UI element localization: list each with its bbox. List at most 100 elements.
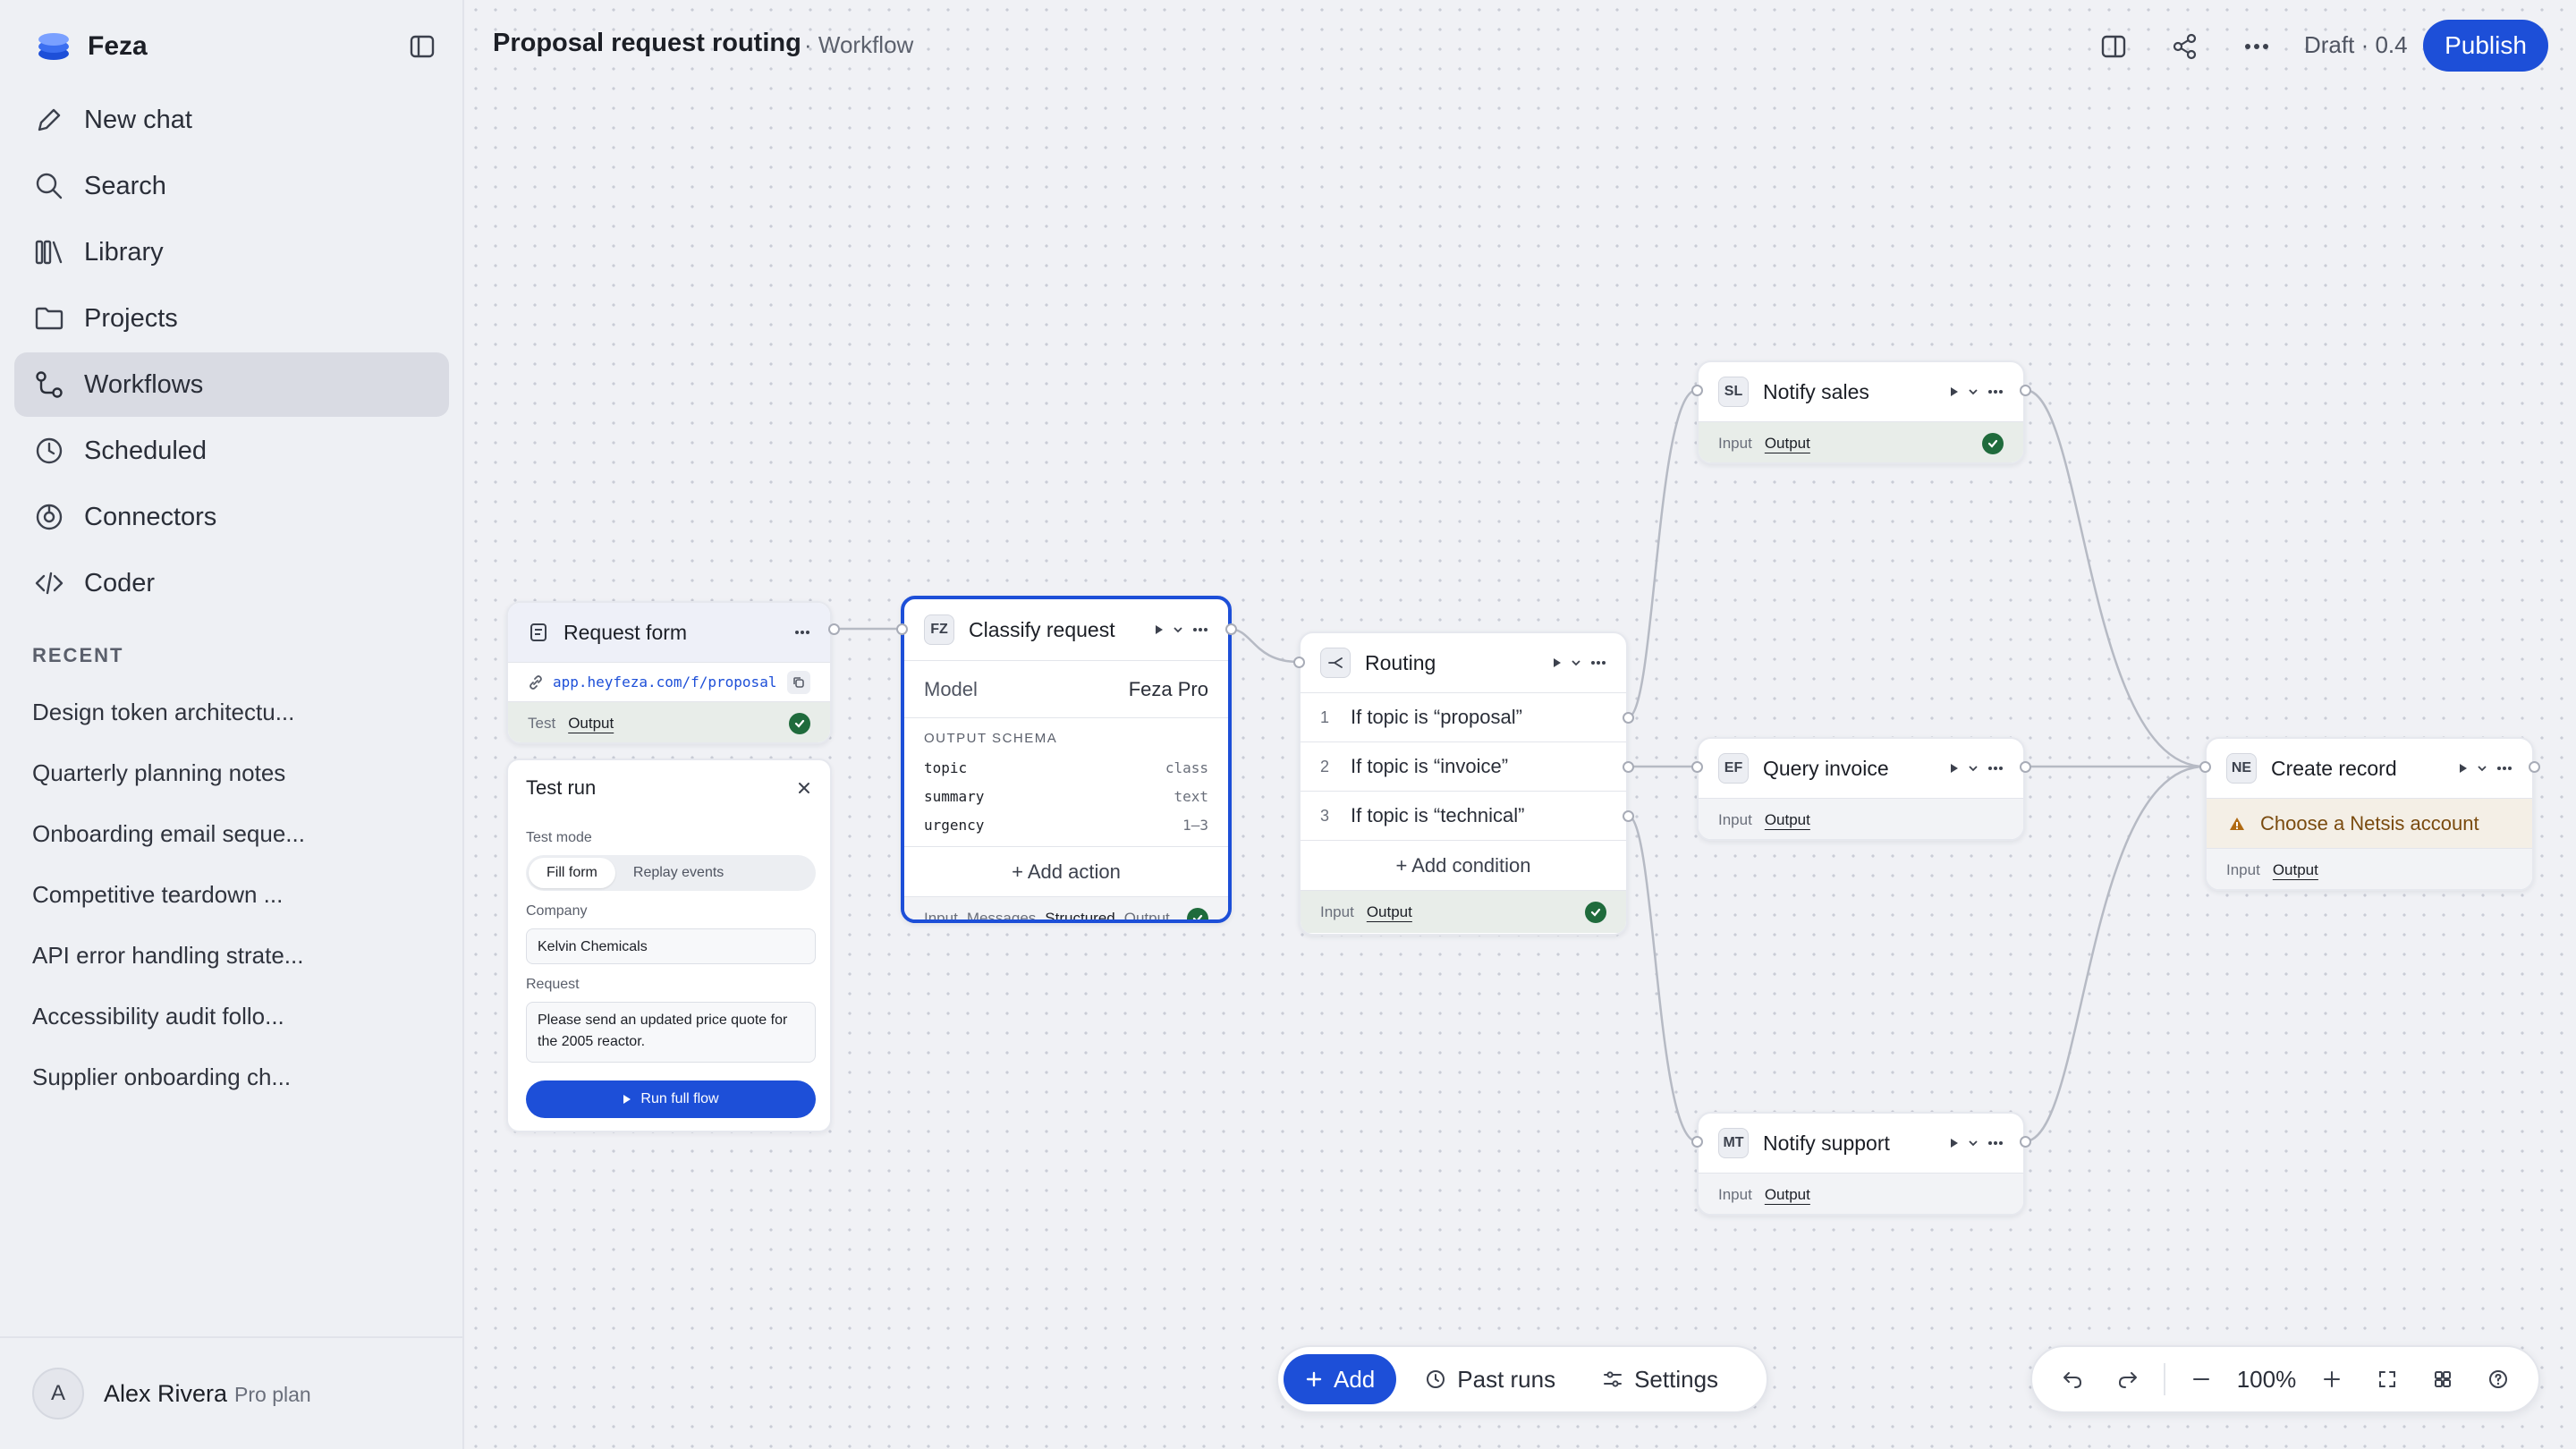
footer-tab-input[interactable]: Input xyxy=(1718,1186,1752,1204)
play-icon[interactable] xyxy=(1155,624,1164,635)
output-port[interactable] xyxy=(2020,385,2031,396)
more-icon[interactable] xyxy=(1987,389,2004,394)
past-runs-button[interactable]: Past runs xyxy=(1407,1354,1573,1404)
footer-tab-output[interactable]: Output xyxy=(2273,861,2318,879)
minimap-button[interactable] xyxy=(2423,1360,2462,1399)
footer-tab-output[interactable]: Output xyxy=(1367,903,1412,921)
recent-item[interactable]: Supplier onboarding ch... xyxy=(32,1046,444,1107)
more-icon[interactable] xyxy=(2496,766,2512,771)
play-icon[interactable] xyxy=(1950,386,1959,397)
output-port[interactable] xyxy=(1623,712,1634,724)
more-icon[interactable] xyxy=(1590,660,1606,665)
output-port[interactable] xyxy=(1225,623,1237,635)
node-classify-request[interactable]: FZ Classify request Model Feza Pro OUTPU… xyxy=(901,596,1232,923)
zoom-level[interactable]: 100% xyxy=(2237,1366,2297,1394)
mode-replay-events[interactable]: Replay events xyxy=(615,858,741,888)
nav-scheduled[interactable]: Scheduled xyxy=(14,419,449,483)
routing-condition[interactable]: 1 If topic is “proposal” xyxy=(1301,692,1626,741)
output-port[interactable] xyxy=(828,623,840,635)
footer-tab-output[interactable]: Output xyxy=(1124,910,1170,920)
recent-item[interactable]: Onboarding email seque... xyxy=(32,803,444,864)
output-port[interactable] xyxy=(2529,761,2540,773)
more-icon[interactable] xyxy=(1192,627,1208,632)
node-notify-support[interactable]: MT Notify support Input Output xyxy=(1697,1112,2025,1216)
nav-new-chat[interactable]: New chat xyxy=(14,88,449,152)
input-port[interactable] xyxy=(1293,657,1305,668)
nav-connectors[interactable]: Connectors xyxy=(14,485,449,549)
add-node-button[interactable]: Add xyxy=(1284,1354,1397,1404)
chevron-down-icon[interactable] xyxy=(1968,388,1979,395)
request-textarea[interactable]: Please send an updated price quote for t… xyxy=(526,1002,816,1063)
run-full-flow-button[interactable]: Run full flow xyxy=(526,1080,816,1118)
chevron-down-icon[interactable] xyxy=(1173,626,1183,633)
help-button[interactable] xyxy=(2479,1360,2518,1399)
node-request-form[interactable]: Request form app.heyfeza.com/f/proposal … xyxy=(506,601,832,744)
footer-tab-test[interactable]: Test xyxy=(528,715,555,733)
account-warning[interactable]: Choose a Netsis account xyxy=(2207,798,2532,848)
add-action-button[interactable]: + Add action xyxy=(904,846,1228,896)
node-notify-sales[interactable]: SL Notify sales Input Output xyxy=(1697,360,2025,464)
output-port[interactable] xyxy=(2020,1136,2031,1148)
close-test-run-button[interactable] xyxy=(794,778,814,798)
more-icon[interactable] xyxy=(1987,766,2004,771)
play-icon[interactable] xyxy=(1553,657,1562,668)
chevron-down-icon[interactable] xyxy=(1968,765,1979,772)
recent-item[interactable]: Quarterly planning notes xyxy=(32,742,444,803)
footer-tab-structured[interactable]: Structured xyxy=(1045,910,1114,920)
model-row[interactable]: Model Feza Pro xyxy=(904,660,1228,717)
company-input[interactable]: Kelvin Chemicals xyxy=(526,928,816,964)
nav-coder[interactable]: Coder xyxy=(14,551,449,615)
mode-fill-form[interactable]: Fill form xyxy=(529,858,615,888)
play-icon[interactable] xyxy=(2459,763,2468,774)
input-port[interactable] xyxy=(2199,761,2211,773)
footer-tab-input[interactable]: Input xyxy=(1320,903,1354,921)
undo-button[interactable] xyxy=(2053,1360,2092,1399)
user-account[interactable]: A Alex Rivera Pro plan xyxy=(0,1336,464,1449)
footer-tab-output[interactable]: Output xyxy=(1765,1186,1810,1204)
collapse-sidebar-button[interactable] xyxy=(404,29,440,64)
zoom-out-button[interactable] xyxy=(2182,1360,2221,1399)
nav-search[interactable]: Search xyxy=(14,154,449,218)
workflow-canvas[interactable]: Proposal request routing · Workflow Draf… xyxy=(466,0,2576,1449)
nav-library[interactable]: Library xyxy=(14,220,449,284)
footer-tab-input[interactable]: Input xyxy=(924,910,958,920)
output-port[interactable] xyxy=(2020,761,2031,773)
play-icon[interactable] xyxy=(1950,1138,1959,1148)
footer-tab-input[interactable]: Input xyxy=(2226,861,2260,879)
redo-button[interactable] xyxy=(2108,1360,2148,1399)
chevron-down-icon[interactable] xyxy=(1571,659,1581,666)
footer-tab-messages[interactable]: Messages xyxy=(967,910,1036,920)
chevron-down-icon[interactable] xyxy=(1968,1140,1979,1147)
node-menu-button[interactable] xyxy=(794,630,810,635)
input-port[interactable] xyxy=(1691,761,1703,773)
zoom-in-button[interactable] xyxy=(2312,1360,2351,1399)
input-port[interactable] xyxy=(896,623,908,635)
node-query-invoice[interactable]: EF Query invoice Input Output xyxy=(1697,737,2025,841)
add-condition-button[interactable]: + Add condition xyxy=(1301,840,1626,890)
footer-tab-input[interactable]: Input xyxy=(1718,435,1752,453)
output-port[interactable] xyxy=(1623,810,1634,822)
chevron-down-icon[interactable] xyxy=(2477,765,2487,772)
input-port[interactable] xyxy=(1691,385,1703,396)
routing-condition[interactable]: 3 If topic is “technical” xyxy=(1301,791,1626,840)
nav-workflows[interactable]: Workflows xyxy=(14,352,449,417)
recent-item[interactable]: Competitive teardown ... xyxy=(32,864,444,925)
form-url[interactable]: app.heyfeza.com/f/proposal xyxy=(553,674,776,691)
node-create-record[interactable]: NE Create record Choose a Netsis account… xyxy=(2205,737,2534,891)
nav-projects[interactable]: Projects xyxy=(14,286,449,351)
footer-tab-output[interactable]: Output xyxy=(1765,435,1810,453)
output-port[interactable] xyxy=(1623,761,1634,773)
brand[interactable]: Feza xyxy=(36,27,148,66)
footer-tab-input[interactable]: Input xyxy=(1718,811,1752,829)
recent-item[interactable]: API error handling strate... xyxy=(32,925,444,986)
more-icon[interactable] xyxy=(1987,1140,2004,1146)
footer-tab-output[interactable]: Output xyxy=(1765,811,1810,829)
fit-view-button[interactable] xyxy=(2368,1360,2407,1399)
node-routing[interactable]: Routing 1 If topic is “proposal” 2 If to… xyxy=(1299,631,1628,936)
copy-url-button[interactable] xyxy=(787,670,810,694)
routing-condition[interactable]: 2 If topic is “invoice” xyxy=(1301,741,1626,791)
footer-tab-output[interactable]: Output xyxy=(568,715,614,733)
input-port[interactable] xyxy=(1691,1136,1703,1148)
play-icon[interactable] xyxy=(1950,763,1959,774)
recent-item[interactable]: Accessibility audit follo... xyxy=(32,986,444,1046)
